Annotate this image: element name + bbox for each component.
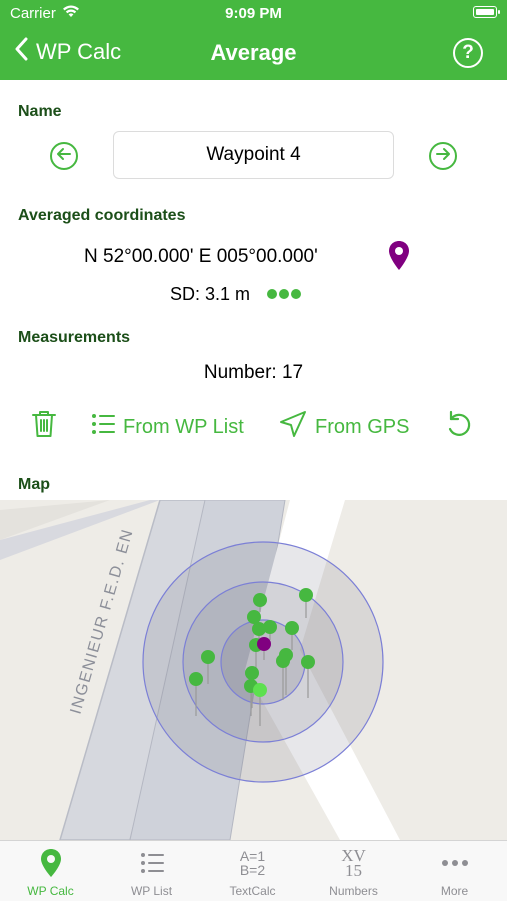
rotate-ccw-icon [445, 409, 481, 445]
clock: 9:09 PM [225, 5, 282, 22]
waypoint-name-field[interactable]: Waypoint 4 [113, 131, 394, 179]
standard-deviation: SD: 3.1 m [170, 284, 251, 304]
tab-label: TextCalc [229, 884, 276, 898]
next-waypoint-button[interactable] [429, 142, 457, 170]
back-button[interactable]: WP Calc [14, 37, 121, 66]
accuracy-indicator [267, 289, 301, 299]
back-button-label: WP Calc [36, 38, 122, 64]
tab-label: WP Calc [27, 884, 74, 898]
averaged-coordinates-value: N 52°00.000' E 005°00.000' [84, 246, 318, 267]
formula-icon-line-1: A=1 [239, 848, 266, 864]
trash-icon [31, 409, 65, 445]
accuracy-dot [291, 289, 301, 299]
from-wp-list-button[interactable]: From WP List [91, 408, 244, 446]
roman-numerals-icon-line-2: 15 [345, 861, 362, 880]
map-pin-icon [0, 847, 101, 879]
roman-numerals-icon: XV 15 [303, 847, 404, 879]
list-icon [91, 413, 123, 441]
accuracy-dot [279, 289, 289, 299]
nav-bar: WP Calc Average ? [0, 30, 507, 76]
measurements-label: Measurements [18, 329, 131, 346]
tab-numbers[interactable]: XV 15 Numbers [303, 841, 404, 901]
arrow-left-icon [56, 147, 72, 166]
map-pin-icon[interactable] [388, 240, 410, 277]
delete-button[interactable] [31, 408, 65, 446]
chevron-left-icon [14, 37, 28, 66]
map-canvas: INGENIEUR F.E.D. EN [0, 500, 507, 840]
map-section-label: Map [18, 476, 50, 493]
tab-wp-list[interactable]: WP List [101, 841, 202, 901]
from-gps-label: From GPS [315, 415, 410, 438]
reset-button[interactable] [445, 408, 481, 446]
tab-label: Numbers [329, 884, 378, 898]
from-gps-button[interactable]: From GPS [279, 408, 409, 446]
help-icon[interactable]: ? [453, 38, 483, 68]
location-arrow-icon [279, 410, 315, 444]
map-view[interactable]: INGENIEUR F.E.D. EN [0, 500, 507, 840]
more-dots-icon [404, 847, 505, 879]
navigation-header: Carrier 9:09 PM WP Calc Average ? [0, 0, 507, 80]
tab-label: WP List [130, 884, 173, 898]
tab-label: More [440, 884, 469, 898]
tab-more[interactable]: More [404, 841, 505, 901]
accuracy-dot [267, 289, 277, 299]
list-icon [101, 847, 202, 879]
measurement-count: Number: 17 [203, 362, 304, 383]
from-wp-list-label: From WP List [123, 415, 244, 438]
averaged-coordinates-label: Averaged coordinates [18, 207, 186, 224]
tab-textcalc[interactable]: A=1 B=2 TextCalc [202, 841, 303, 901]
tab-wp-calc[interactable]: WP Calc [0, 841, 101, 901]
status-bar: Carrier 9:09 PM [0, 0, 507, 26]
formula-icon: A=1 B=2 [202, 847, 303, 879]
name-section-label: Name [18, 103, 62, 120]
formula-icon-line-2: B=2 [239, 862, 266, 878]
tab-bar: WP Calc WP List A=1 B=2 TextCalc XV 15 N… [0, 840, 507, 901]
battery-icon [473, 6, 500, 18]
arrow-right-icon [435, 147, 451, 166]
previous-waypoint-button[interactable] [50, 142, 78, 170]
